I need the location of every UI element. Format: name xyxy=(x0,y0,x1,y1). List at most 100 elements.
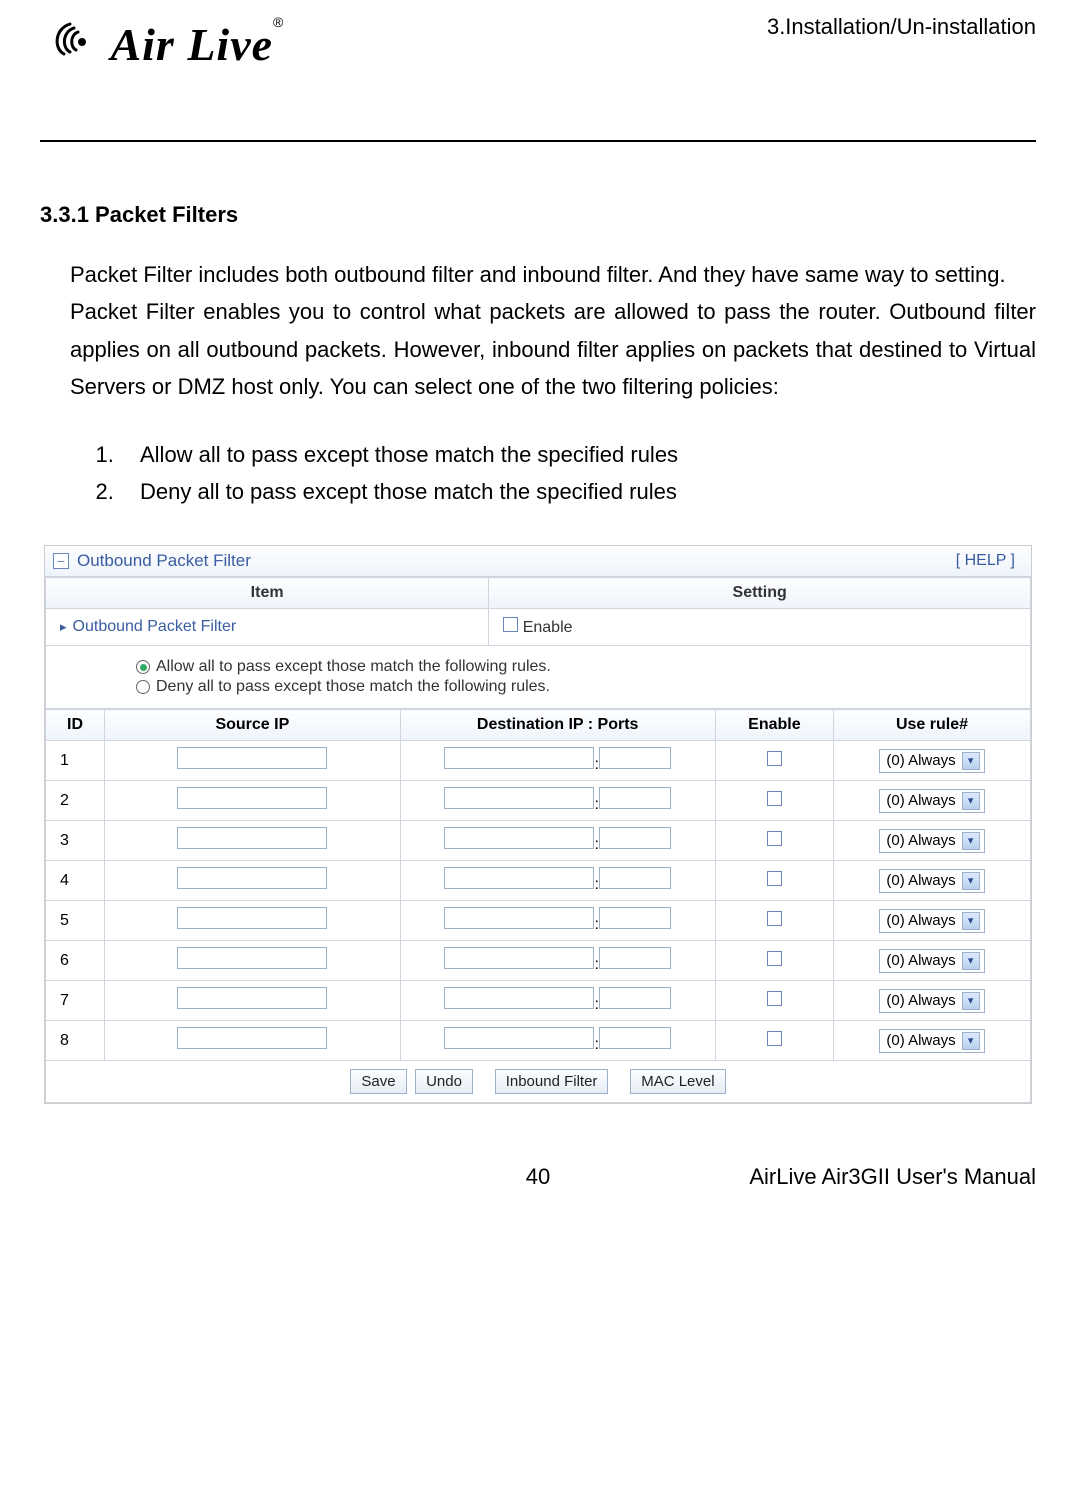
dest-port-input[interactable] xyxy=(599,947,671,969)
use-rule-value: (0) Always xyxy=(886,752,955,769)
col-id: ID xyxy=(46,710,105,741)
table-row: 6:(0) Always▾ xyxy=(46,941,1031,981)
dest-ip-input[interactable] xyxy=(444,1027,594,1049)
use-rule-select[interactable]: (0) Always ▾ xyxy=(879,909,984,933)
source-ip-input[interactable] xyxy=(177,1027,327,1049)
table-row: 2:(0) Always▾ xyxy=(46,781,1031,821)
row-id: 4 xyxy=(46,861,105,901)
use-rule-select[interactable]: (0) Always ▾ xyxy=(879,749,984,773)
use-rule-value: (0) Always xyxy=(886,792,955,809)
row-id: 5 xyxy=(46,901,105,941)
dest-port-input[interactable] xyxy=(599,787,671,809)
use-rule-select[interactable]: (0) Always ▾ xyxy=(879,949,984,973)
table-row: 8:(0) Always▾ xyxy=(46,1021,1031,1061)
logo: Air Live® xyxy=(40,14,320,71)
page-number: 40 xyxy=(372,1164,704,1190)
opf-label: Outbound Packet Filter xyxy=(73,618,237,635)
inbound-filter-button[interactable]: Inbound Filter xyxy=(495,1069,609,1094)
radio-allow-label: Allow all to pass except those match the… xyxy=(156,658,551,676)
dest-ip-input[interactable] xyxy=(444,787,594,809)
use-rule-value: (0) Always xyxy=(886,952,955,969)
section-heading: 3.3.1 Packet Filters xyxy=(40,202,1036,228)
row-enable-checkbox[interactable] xyxy=(767,911,782,926)
logo-text: Air Live xyxy=(110,19,273,70)
col-item: Item xyxy=(46,578,489,609)
radio-deny-label: Deny all to pass except those match the … xyxy=(156,678,550,696)
row-id: 3 xyxy=(46,821,105,861)
enable-label: Enable xyxy=(523,619,573,636)
collapse-icon[interactable]: − xyxy=(53,553,69,569)
save-button[interactable]: Save xyxy=(350,1069,406,1094)
row-id: 1 xyxy=(46,741,105,781)
chevron-down-icon: ▾ xyxy=(962,752,980,770)
use-rule-value: (0) Always xyxy=(886,1032,955,1049)
row-enable-checkbox[interactable] xyxy=(767,871,782,886)
help-link[interactable]: [ HELP ] xyxy=(956,552,1015,570)
row-id: 6 xyxy=(46,941,105,981)
dest-port-input[interactable] xyxy=(599,1027,671,1049)
breadcrumb: 3.Installation/Un-installation xyxy=(767,14,1036,40)
policy-item-1: Allow all to pass except those match the… xyxy=(120,436,1036,473)
dest-ip-input[interactable] xyxy=(444,747,594,769)
policy-list: Allow all to pass except those match the… xyxy=(120,436,1036,511)
col-source-ip: Source IP xyxy=(105,710,401,741)
panel-title: Outbound Packet Filter xyxy=(77,551,251,571)
row-enable-checkbox[interactable] xyxy=(767,1031,782,1046)
wave-icon xyxy=(40,14,106,65)
use-rule-select[interactable]: (0) Always▾ xyxy=(879,989,984,1013)
table-row: 1:(0) Always▾ xyxy=(46,741,1031,781)
registered-icon: ® xyxy=(273,14,283,30)
chevron-down-icon: ▾ xyxy=(962,912,980,930)
use-rule-select[interactable]: (0) Always ▾ xyxy=(879,789,984,813)
chevron-down-icon: ▾ xyxy=(962,832,980,850)
dest-ip-input[interactable] xyxy=(444,907,594,929)
source-ip-input[interactable] xyxy=(177,907,327,929)
dest-ip-input[interactable] xyxy=(444,947,594,969)
radio-allow[interactable] xyxy=(136,660,150,674)
source-ip-input[interactable] xyxy=(177,827,327,849)
manual-title: AirLive Air3GII User's Manual xyxy=(704,1164,1036,1190)
row-enable-checkbox[interactable] xyxy=(767,991,782,1006)
mac-level-button[interactable]: MAC Level xyxy=(630,1069,725,1094)
row-enable-checkbox[interactable] xyxy=(767,791,782,806)
dest-port-input[interactable] xyxy=(599,747,671,769)
use-rule-value: (0) Always xyxy=(886,992,955,1009)
intro-paragraph-2: Packet Filter enables you to control wha… xyxy=(70,293,1036,405)
source-ip-input[interactable] xyxy=(177,867,327,889)
use-rule-value: (0) Always xyxy=(886,832,955,849)
use-rule-value: (0) Always xyxy=(886,872,955,889)
source-ip-input[interactable] xyxy=(177,787,327,809)
col-use-rule: Use rule# xyxy=(833,710,1030,741)
dest-port-input[interactable] xyxy=(599,907,671,929)
row-id: 8 xyxy=(46,1021,105,1061)
source-ip-input[interactable] xyxy=(177,747,327,769)
dest-ip-input[interactable] xyxy=(444,827,594,849)
chevron-down-icon: ▾ xyxy=(962,792,980,810)
outbound-filter-panel: − Outbound Packet Filter [ HELP ] Item S… xyxy=(44,545,1032,1104)
dest-port-input[interactable] xyxy=(599,827,671,849)
row-enable-checkbox[interactable] xyxy=(767,951,782,966)
use-rule-select[interactable]: (0) Always ▾ xyxy=(879,869,984,893)
undo-button[interactable]: Undo xyxy=(415,1069,473,1094)
row-id: 2 xyxy=(46,781,105,821)
col-enable: Enable xyxy=(715,710,833,741)
col-dest-ip-ports: Destination IP : Ports xyxy=(400,710,715,741)
use-rule-value: (0) Always xyxy=(886,912,955,929)
radio-deny[interactable] xyxy=(136,680,150,694)
row-enable-checkbox[interactable] xyxy=(767,831,782,846)
col-setting: Setting xyxy=(489,578,1031,609)
row-enable-checkbox[interactable] xyxy=(767,751,782,766)
dest-port-input[interactable] xyxy=(599,867,671,889)
dest-port-input[interactable] xyxy=(599,987,671,1009)
use-rule-select[interactable]: (0) Always ▾ xyxy=(879,829,984,853)
source-ip-input[interactable] xyxy=(177,987,327,1009)
chevron-down-icon: ▾ xyxy=(962,952,980,970)
enable-checkbox[interactable] xyxy=(503,617,518,632)
policy-item-2: Deny all to pass except those match the … xyxy=(120,473,1036,510)
source-ip-input[interactable] xyxy=(177,947,327,969)
dest-ip-input[interactable] xyxy=(444,867,594,889)
table-row: 5:(0) Always▾ xyxy=(46,901,1031,941)
dest-ip-input[interactable] xyxy=(444,987,594,1009)
chevron-down-icon: ▾ xyxy=(962,872,980,890)
use-rule-select[interactable]: (0) Always▾ xyxy=(879,1029,984,1053)
